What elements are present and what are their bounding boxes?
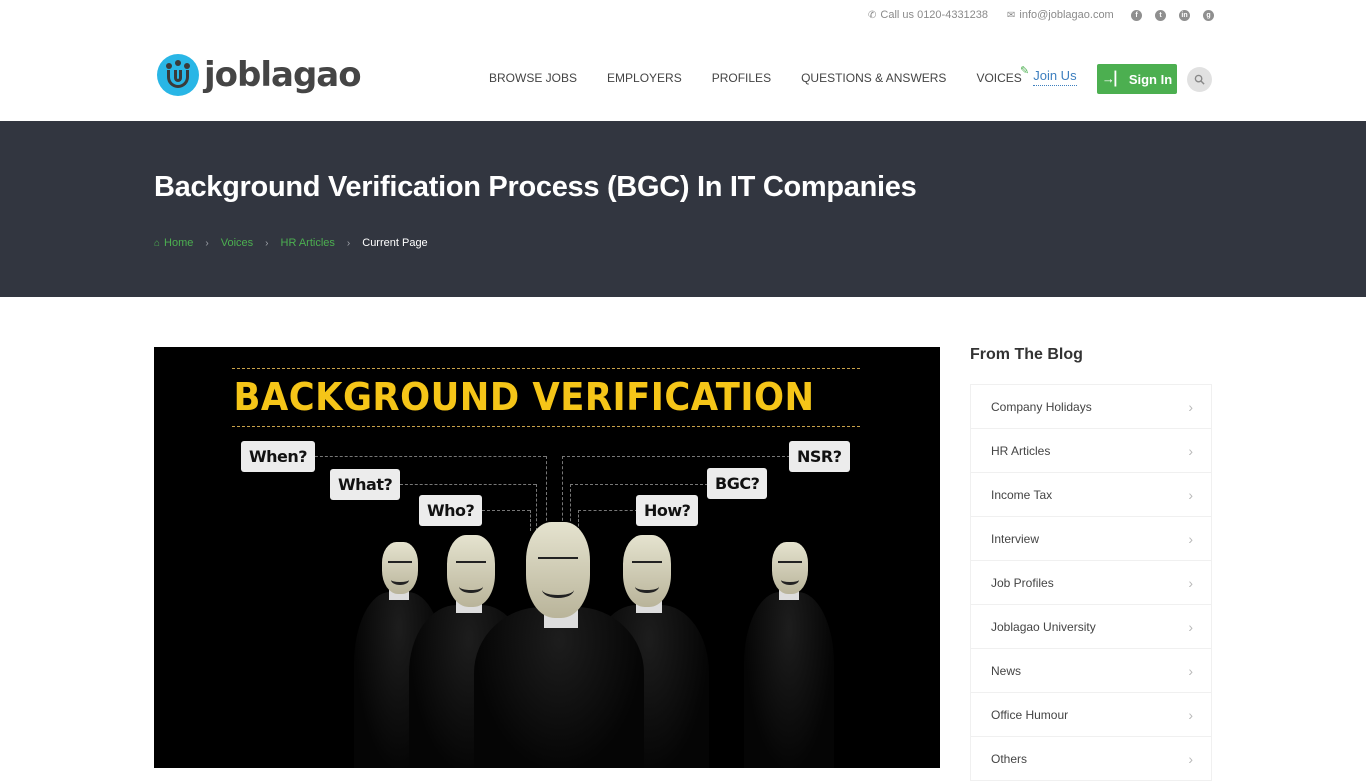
article-hero-image: BACKGROUND VERIFICATION When? What? Who?… <box>154 347 940 768</box>
breadcrumb-home[interactable]: Home <box>164 237 193 249</box>
category-interview[interactable]: Interview › <box>971 517 1211 561</box>
category-label: HR Articles <box>991 443 1051 458</box>
breadcrumb-voices[interactable]: Voices <box>221 237 253 249</box>
search-icon <box>1194 74 1205 85</box>
sign-in-icon: →▏ <box>1101 71 1125 86</box>
category-label: Interview <box>991 531 1040 546</box>
chevron-right-icon: › <box>1188 706 1193 723</box>
chevron-right-icon: › <box>1188 618 1193 635</box>
breadcrumb-separator: › <box>346 237 351 249</box>
category-news[interactable]: News › <box>971 649 1211 693</box>
facebook-icon[interactable]: f <box>1131 10 1142 21</box>
nav-browse-jobs[interactable]: BROWSE JOBS <box>489 64 577 92</box>
question-what: What? <box>330 469 401 500</box>
main-header: joblagao BROWSE JOBS EMPLOYERS PROFILES … <box>0 30 1366 121</box>
sidebar-title: From The Blog <box>970 346 1083 363</box>
nav-voices[interactable]: VOICES <box>976 64 1021 92</box>
category-label: Others <box>991 751 1028 766</box>
category-label: Office Humour <box>991 707 1069 722</box>
category-hr-articles[interactable]: HR Articles › <box>971 429 1211 473</box>
category-joblagao-university[interactable]: Joblagao University › <box>971 605 1211 649</box>
social-links: f t in g <box>1131 10 1214 21</box>
linkedin-icon[interactable]: in <box>1179 10 1190 21</box>
question-bgc: BGC? <box>707 468 768 499</box>
nav-employers[interactable]: EMPLOYERS <box>607 64 682 92</box>
category-job-profiles[interactable]: Job Profiles › <box>971 561 1211 605</box>
masked-figure-center <box>474 522 644 768</box>
breadcrumb-separator: › <box>265 237 269 249</box>
question-who: Who? <box>419 495 483 526</box>
nav-questions-answers[interactable]: QUESTIONS & ANSWERS <box>801 64 946 92</box>
page-title-band: Background Verification Process (BGC) In… <box>0 121 1366 297</box>
question-when: When? <box>241 441 316 472</box>
search-button[interactable] <box>1187 67 1212 92</box>
twitter-icon[interactable]: t <box>1155 10 1166 21</box>
chevron-right-icon: › <box>1188 662 1193 679</box>
category-label: News <box>991 663 1022 678</box>
sign-in-label: Sign In <box>1128 71 1173 87</box>
blog-category-list: Company Holidays › HR Articles › Income … <box>970 384 1212 781</box>
category-income-tax[interactable]: Income Tax › <box>971 473 1211 517</box>
google-plus-icon[interactable]: g <box>1203 10 1214 21</box>
nav-profiles[interactable]: PROFILES <box>712 64 771 92</box>
chevron-right-icon: › <box>1188 530 1193 547</box>
pencil-icon: ✎ <box>1020 65 1030 77</box>
category-office-humour[interactable]: Office Humour › <box>971 693 1211 737</box>
hero-headline: BACKGROUND VERIFICATION <box>233 375 815 419</box>
category-label: Job Profiles <box>991 575 1054 590</box>
site-logo[interactable]: joblagao <box>157 54 362 96</box>
chevron-right-icon: › <box>1188 750 1193 767</box>
email-contact[interactable]: ✉ info@joblagao.com <box>1007 9 1114 21</box>
join-us-label: Join Us <box>1033 68 1077 86</box>
breadcrumb: ⌂ Home › Voices › HR Articles › Current … <box>154 237 428 249</box>
divider <box>232 368 860 369</box>
masked-figure <box>744 542 834 768</box>
chevron-right-icon: › <box>1188 574 1193 591</box>
envelope-icon: ✉ <box>1007 9 1016 21</box>
phone-icon: ✆ <box>868 9 877 21</box>
category-others[interactable]: Others › <box>971 737 1211 781</box>
top-bar: ✆ Call us 0120-4331238 ✉ info@joblagao.c… <box>0 0 1366 30</box>
chevron-right-icon: › <box>1188 398 1193 415</box>
email-text: info@joblagao.com <box>1019 9 1114 21</box>
question-how: How? <box>636 495 699 526</box>
divider <box>232 426 860 427</box>
category-label: Joblagao University <box>991 619 1096 634</box>
logo-people-icon <box>157 54 199 96</box>
breadcrumb-separator: › <box>205 237 209 249</box>
home-icon: ⌂ <box>154 237 161 249</box>
category-company-holidays[interactable]: Company Holidays › <box>971 385 1211 429</box>
phone-text: Call us 0120-4331238 <box>880 9 989 21</box>
page-title: Background Verification Process (BGC) In… <box>154 171 917 203</box>
breadcrumb-current: Current Page <box>362 237 428 249</box>
phone-contact[interactable]: ✆ Call us 0120-4331238 <box>868 9 988 21</box>
sign-in-button[interactable]: →▏ Sign In <box>1097 64 1177 94</box>
join-us-link[interactable]: ✎ Join Us <box>1020 65 1077 86</box>
breadcrumb-hr-articles[interactable]: HR Articles <box>281 237 335 249</box>
category-label: Income Tax <box>991 487 1053 502</box>
logo-text: joblagao <box>204 55 362 95</box>
chevron-right-icon: › <box>1188 486 1193 503</box>
category-label: Company Holidays <box>991 399 1092 414</box>
question-nsr: NSR? <box>789 441 850 472</box>
chevron-right-icon: › <box>1188 442 1193 459</box>
main-nav: BROWSE JOBS EMPLOYERS PROFILES QUESTIONS… <box>489 64 1052 92</box>
